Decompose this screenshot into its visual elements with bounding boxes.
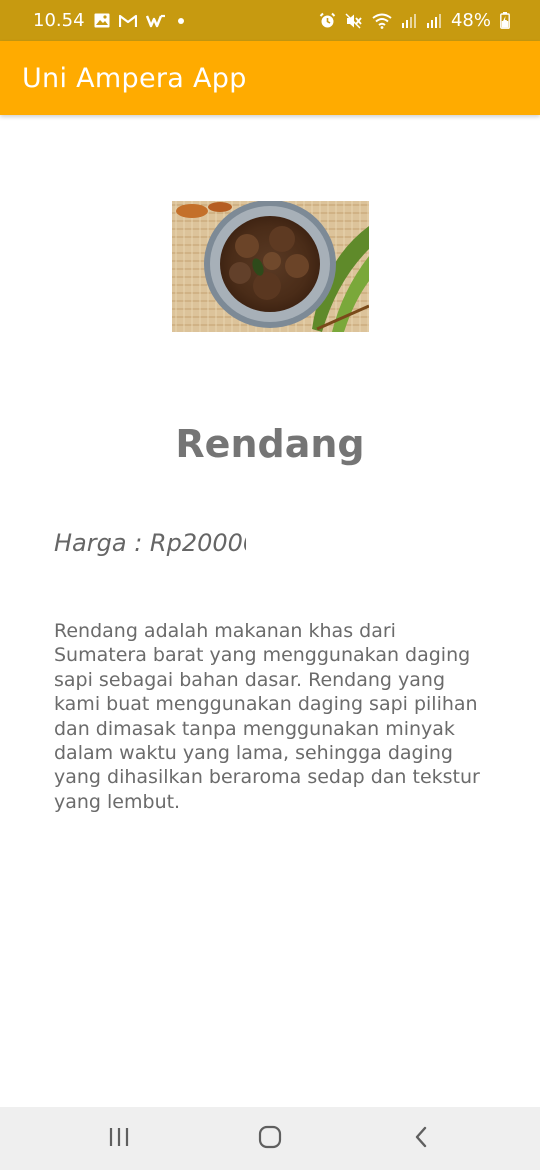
battery-percent: 48% [450,10,491,31]
home-icon [258,1125,282,1153]
notification-dot-icon [177,17,184,24]
back-icon [414,1126,428,1152]
food-name: Rendang [175,422,365,466]
home-button[interactable] [240,1107,300,1170]
recent-apps-button[interactable] [89,1107,149,1170]
gallery-icon [94,13,110,28]
gmail-icon [118,14,137,28]
wifi-icon [372,13,392,29]
app-title: Uni Ampera App [22,62,247,94]
back-button[interactable] [391,1107,451,1170]
alarm-icon [319,12,336,29]
mute-icon [345,12,363,29]
wps-icon [145,14,166,28]
signal-icon-2 [426,13,442,28]
status-time: 10.54 [33,10,85,31]
status-bar: 10.54 48% [0,0,540,41]
rendang-photo [172,200,370,332]
navigation-bar [0,1107,540,1170]
food-price: Harga : Rp20000 [54,529,246,557]
signal-icon [401,13,417,28]
status-right: 48% [319,10,510,31]
app-bar: Uni Ampera App [0,41,540,115]
battery-charging-icon [500,12,510,29]
food-description: Rendang adalah makanan khas dari Sumater… [54,620,480,813]
recent-apps-icon [108,1127,130,1151]
status-left: 10.54 [33,10,184,31]
